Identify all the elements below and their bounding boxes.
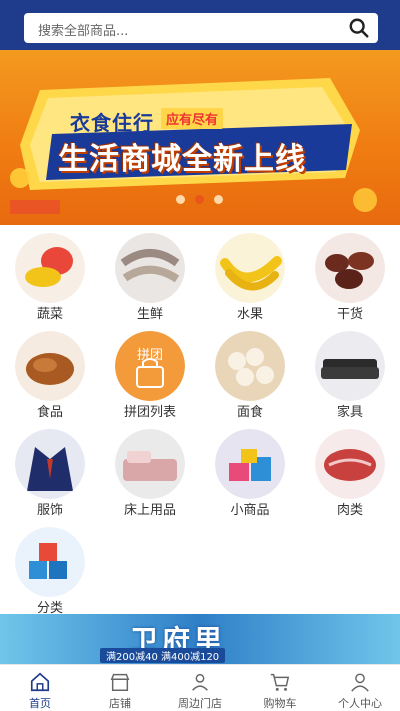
category-item[interactable]: 服饰 [0,421,100,519]
category-label: 小商品 [230,503,270,518]
category-label: 生鲜 [136,307,163,322]
category-item[interactable]: 家具 [300,323,400,421]
tab-cart[interactable]: 购物车 [240,665,320,711]
ad-subtitle: 满200减40 满400减120 [100,648,226,663]
tab-shop[interactable]: 店铺 [80,665,160,711]
carousel-dot[interactable] [176,195,185,204]
top-bar: 搜索全部商品... [0,0,400,50]
bottom-tab-bar: 首页 店铺 周边门店 购物车 个人中心 [0,664,400,711]
category-item[interactable]: 生鲜 [100,225,200,323]
category-item[interactable]: 分类 [0,519,100,617]
category-item[interactable]: 床上用品 [100,421,200,519]
tab-label: 购物车 [263,697,297,710]
carousel-indicators [176,195,223,204]
category-item[interactable]: 面食 [200,323,300,421]
home-icon [30,672,50,692]
tab-label: 店铺 [109,697,131,710]
shop-icon [110,673,130,691]
bedding-icon [115,429,185,499]
category-item[interactable]: 小商品 [200,421,300,519]
sofa-icon [315,331,385,401]
category-item[interactable]: 蔬菜 [0,225,100,323]
category-label: 服饰 [36,503,63,518]
tab-home[interactable]: 首页 [0,665,80,711]
tab-label: 个人中心 [338,697,382,710]
banner-headline: 生活商城全新上线 [58,142,306,177]
category-label: 面食 [236,405,263,420]
category-label: 干货 [336,307,363,322]
shrimp-icon [115,233,185,303]
roast-chicken-icon [15,331,85,401]
category-label: 食品 [36,405,63,420]
svg-text:拼团: 拼团 [137,348,163,363]
category-label: 家具 [336,405,363,420]
suit-icon [15,429,85,499]
steamed-buns-icon [215,331,285,401]
category-item[interactable]: 拼团 拼团列表 [100,323,200,421]
search-icon[interactable] [348,17,370,39]
category-label: 水果 [236,307,263,322]
category-item[interactable]: 水果 [200,225,300,323]
banner-slogan: 衣食住行 [70,111,154,135]
category-item[interactable]: 干货 [300,225,400,323]
category-label: 床上用品 [123,503,176,518]
banana-icon [215,233,285,303]
tab-user-pin[interactable]: 周边门店 [160,665,240,711]
dates-icon [315,233,385,303]
tab-label: 首页 [29,697,51,710]
vegetables-icon [15,233,85,303]
category-item[interactable]: 食品 [0,323,100,421]
category-label: 拼团列表 [123,405,176,420]
cubes-icon [15,527,85,597]
search-input[interactable]: 搜索全部商品... [38,20,128,39]
user-pin-icon [192,673,208,691]
banner-badge: 应有尽有 [161,108,224,129]
ad-banner[interactable]: 卫府里 满200减40 满400减120 [0,614,400,664]
search-box[interactable]: 搜索全部商品... [24,13,378,43]
group-buy-icon: 拼团 [115,331,185,401]
tab-label: 周边门店 [178,697,222,710]
category-label: 蔬菜 [36,307,63,322]
meat-icon [315,429,385,499]
category-item[interactable]: 肉类 [300,421,400,519]
tab-person[interactable]: 个人中心 [320,665,400,711]
cart-icon [270,673,290,691]
category-label: 肉类 [336,503,363,518]
carousel-dot-active[interactable] [195,195,204,204]
carousel-dot[interactable] [214,195,223,204]
promo-banner[interactable]: 衣食住行 应有尽有 生活商城全新上线 [0,50,400,225]
person-icon [351,673,369,692]
gift-boxes-icon [215,429,285,499]
